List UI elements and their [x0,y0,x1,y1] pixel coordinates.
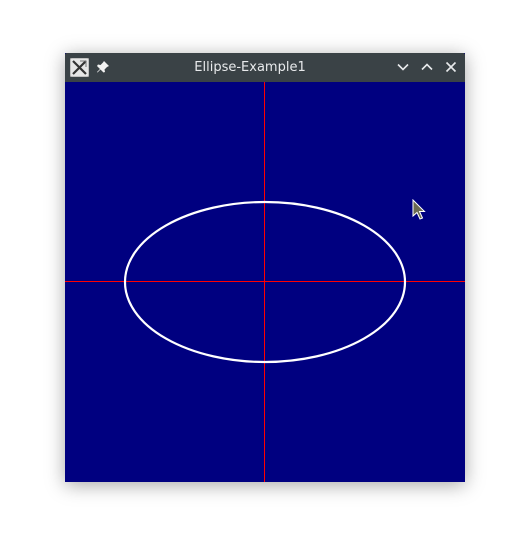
x-app-icon[interactable] [70,58,89,77]
chevron-up-icon[interactable] [419,59,435,75]
pin-icon[interactable] [96,60,110,74]
app-window: Ellipse-Example1 [65,53,465,482]
window-title: Ellipse-Example1 [194,60,306,75]
drawing-canvas[interactable] [65,82,465,482]
chevron-down-icon[interactable] [395,59,411,75]
close-icon[interactable] [443,59,459,75]
title-bar[interactable]: Ellipse-Example1 [65,53,465,82]
mouse-cursor-icon [412,199,426,220]
